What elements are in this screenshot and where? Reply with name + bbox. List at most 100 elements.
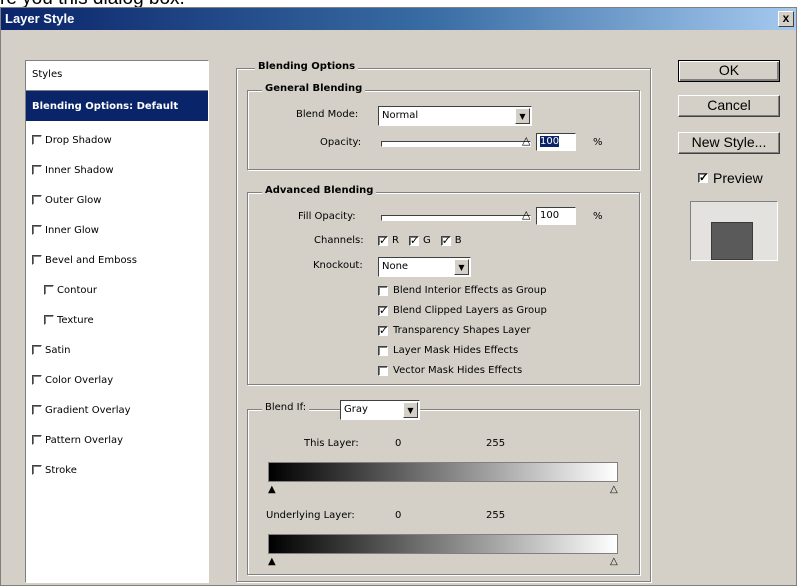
style-item-label: Stroke <box>45 464 77 476</box>
channel-checkbox[interactable] <box>440 234 451 247</box>
blend-mode-select[interactable]: Normal ▼ <box>378 106 532 126</box>
preview-square <box>711 222 753 260</box>
style-checkbox[interactable] <box>32 465 42 475</box>
fill-opacity-slider[interactable]: △ <box>381 209 531 221</box>
option-checkbox[interactable] <box>378 304 388 317</box>
fill-opacity-unit: % <box>593 211 603 222</box>
style-checkbox[interactable] <box>32 195 42 205</box>
style-checkbox[interactable] <box>32 405 42 415</box>
styles-list-header: Styles <box>26 61 208 91</box>
chevron-down-icon: ▼ <box>515 108 530 124</box>
channel-option[interactable]: B <box>440 234 462 247</box>
style-checkbox[interactable] <box>32 225 42 235</box>
channel-checkbox[interactable] <box>378 234 388 247</box>
style-item-label: Texture <box>57 314 94 326</box>
blend-mode-value: Normal <box>382 110 419 121</box>
preview-checkbox-row[interactable]: Preview <box>698 170 763 186</box>
advanced-option[interactable]: Blend Clipped Layers as Group <box>378 304 547 317</box>
style-checkbox[interactable] <box>32 435 42 445</box>
preview-checkbox[interactable] <box>698 171 708 184</box>
style-item[interactable]: Texture <box>26 301 208 331</box>
blend-if-label: Blend If: <box>262 402 310 413</box>
black-point-thumb-icon[interactable]: ▲ <box>268 556 276 567</box>
this-layer-label: This Layer: <box>304 438 359 449</box>
style-item-label: Pattern Overlay <box>45 434 124 446</box>
option-label: Transparency Shapes Layer <box>393 325 531 336</box>
style-item-label: Inner Glow <box>45 224 99 236</box>
option-label: Layer Mask Hides Effects <box>393 345 519 356</box>
style-checkbox[interactable] <box>32 165 42 175</box>
style-item-label: Bevel and Emboss <box>45 254 137 266</box>
style-item[interactable]: Inner Shadow <box>26 151 208 181</box>
style-item-label: Gradient Overlay <box>45 404 131 416</box>
opacity-value: 100 <box>540 136 560 147</box>
this-layer-max: 255 <box>486 438 506 449</box>
option-checkbox[interactable] <box>378 365 388 376</box>
option-checkbox[interactable] <box>378 345 388 356</box>
style-checkbox[interactable] <box>32 255 42 265</box>
knockout-select[interactable]: None ▼ <box>378 257 471 277</box>
blending-options-group: Blending Options General Blending Blend … <box>236 61 651 582</box>
this-layer-gradient[interactable] <box>268 462 618 482</box>
channel-label: R <box>392 235 399 246</box>
preview-label: Preview <box>713 170 763 186</box>
ok-button[interactable]: OK <box>678 60 780 82</box>
style-item-label: Drop Shadow <box>45 134 112 146</box>
style-item[interactable]: Drop Shadow <box>26 121 208 151</box>
white-point-thumb-icon[interactable]: △ <box>610 484 618 495</box>
style-item[interactable]: Satin <box>26 331 208 361</box>
style-checkbox[interactable] <box>32 135 42 145</box>
style-item[interactable]: Blending Options: Default <box>26 91 208 121</box>
underlying-min: 0 <box>395 510 402 521</box>
slider-thumb-icon[interactable]: △ <box>522 209 532 220</box>
preview-thumbnail <box>690 201 778 261</box>
style-item[interactable]: Outer Glow <box>26 181 208 211</box>
general-blending-title: General Blending <box>262 83 366 94</box>
style-checkbox[interactable] <box>44 285 54 295</box>
fill-opacity-input[interactable]: 100 <box>536 207 576 225</box>
style-item-label: Contour <box>57 284 97 296</box>
style-item[interactable]: Inner Glow <box>26 211 208 241</box>
opacity-input[interactable]: 100 <box>536 133 576 151</box>
channel-option[interactable]: R <box>378 234 399 247</box>
cancel-button[interactable]: Cancel <box>678 95 780 117</box>
underlying-layer-label: Underlying Layer: <box>266 510 355 521</box>
opacity-slider[interactable]: △ <box>381 135 531 147</box>
blend-if-value: Gray <box>344 404 368 415</box>
style-item[interactable]: Color Overlay <box>26 361 208 391</box>
layer-style-dialog: Layer Style x Styles Blending Options: D… <box>0 7 797 586</box>
close-button[interactable]: x <box>778 11 794 27</box>
option-label: Blend Clipped Layers as Group <box>393 305 547 316</box>
style-checkbox[interactable] <box>44 315 54 325</box>
channel-label: G <box>422 235 431 246</box>
white-point-thumb-icon[interactable]: △ <box>610 556 618 567</box>
advanced-option[interactable]: Layer Mask Hides Effects <box>378 345 518 356</box>
underlying-layer-gradient[interactable] <box>268 534 618 554</box>
knockout-label: Knockout: <box>313 260 363 271</box>
blend-if-select[interactable]: Gray ▼ <box>340 400 420 420</box>
style-item[interactable]: Contour <box>26 271 208 301</box>
style-item-label: Satin <box>45 344 71 356</box>
style-item[interactable]: Stroke <box>26 451 208 481</box>
advanced-blending-group: Advanced Blending Fill Opacity: △ 100 % … <box>247 185 640 385</box>
style-checkbox[interactable] <box>32 345 42 355</box>
advanced-option[interactable]: Blend Interior Effects as Group <box>378 285 546 296</box>
channel-checkbox[interactable] <box>408 234 419 247</box>
advanced-option[interactable]: Vector Mask Hides Effects <box>378 365 522 376</box>
option-checkbox[interactable] <box>378 285 388 296</box>
underlying-max: 255 <box>486 510 506 521</box>
channel-option[interactable]: G <box>408 234 431 247</box>
option-checkbox[interactable] <box>378 324 388 337</box>
style-item[interactable]: Gradient Overlay <box>26 391 208 421</box>
advanced-option[interactable]: Transparency Shapes Layer <box>378 324 531 337</box>
style-item[interactable]: Bevel and Emboss <box>26 241 208 271</box>
style-item[interactable]: Pattern Overlay <box>26 421 208 451</box>
general-blending-group: General Blending Blend Mode: Normal ▼ Op… <box>247 83 640 170</box>
channel-label: B <box>454 235 462 246</box>
slider-thumb-icon[interactable]: △ <box>522 135 532 146</box>
black-point-thumb-icon[interactable]: ▲ <box>268 484 276 495</box>
opacity-label: Opacity: <box>320 137 362 148</box>
title-bar: Layer Style x <box>1 8 796 30</box>
style-checkbox[interactable] <box>32 375 42 385</box>
new-style-button[interactable]: New Style... <box>678 132 780 154</box>
